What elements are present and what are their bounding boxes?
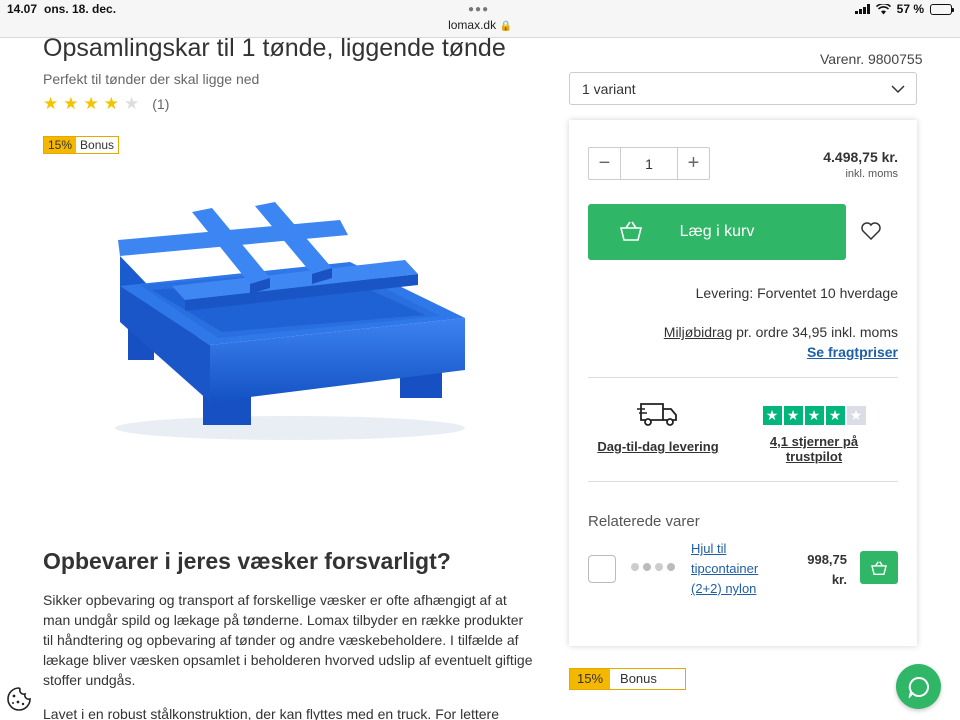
product-rating[interactable]: ★ ★ ★ ★ ★ (1)	[43, 94, 169, 114]
trustpilot-link[interactable]: 4,1 stjerner på trustpilot	[741, 434, 887, 464]
delivery-estimate: Levering: Forventet 10 hverdage	[695, 285, 898, 301]
trustpilot-rating: ★ ★ ★ ★ ★ 4,1 stjerner på trustpilot	[741, 406, 887, 464]
chevron-down-icon	[891, 85, 905, 94]
quantity-stepper: − 1 +	[588, 147, 710, 180]
article-paragraph-2: Lavet i en robust stålkonstruktion, der …	[43, 706, 499, 720]
divider	[588, 481, 898, 482]
environment-fee-text: pr. ordre 34,95 inkl. moms	[732, 324, 898, 340]
status-bar: 14.07 ons. 18. dec. ●●● lomax.dk 🔒 57 %	[0, 0, 960, 38]
product-subtitle: Perfekt til tønder der skal ligge ned	[43, 71, 260, 87]
address-bar[interactable]: lomax.dk 🔒	[0, 18, 960, 32]
status-time: 14.07	[7, 2, 38, 16]
signal-icon	[854, 4, 870, 14]
cookie-icon[interactable]	[6, 686, 32, 712]
related-products-title: Relaterede varer	[588, 513, 700, 530]
star-empty-icon: ★	[124, 94, 140, 113]
star-filled-icon: ★	[83, 94, 99, 113]
price-vat-note: inkl. moms	[845, 168, 898, 180]
star-filled-icon: ★	[43, 94, 59, 113]
product-price: 4.498,75 kr.	[823, 149, 898, 165]
buy-box: − 1 + 4.498,75 kr. inkl. moms Læg i kurv…	[569, 120, 917, 646]
trustpilot-star-icon: ★	[825, 406, 845, 425]
trustpilot-stars: ★ ★ ★ ★ ★	[741, 406, 887, 425]
related-item-price: 998,75 kr.	[807, 552, 847, 587]
trustpilot-star-empty-icon: ★	[846, 406, 866, 425]
rating-count[interactable]: (1)	[152, 96, 169, 112]
trustpilot-star-icon: ★	[804, 406, 824, 425]
bonus-badge-bottom: 15% Bonus	[569, 668, 686, 690]
chat-bubble-icon	[908, 676, 929, 698]
bonus-label: Bonus	[80, 138, 115, 152]
divider	[588, 377, 898, 378]
trustpilot-star-icon: ★	[762, 406, 782, 425]
variant-select[interactable]: 1 variant	[569, 72, 917, 105]
status-indicators: 57 %	[854, 2, 954, 16]
lock-icon: 🔒	[499, 21, 512, 32]
bonus-badge: 15% Bonus	[43, 136, 120, 154]
quantity-input[interactable]: 1	[620, 148, 678, 179]
variant-selected: 1 variant	[582, 80, 636, 97]
trustpilot-star-icon: ★	[783, 406, 803, 425]
bonus-percent: 15%	[570, 669, 611, 689]
battery-percent: 57 %	[896, 2, 924, 16]
quantity-increase-button[interactable]: +	[678, 148, 709, 179]
article-heading: Opbevarer i jeres væsker forsvarligt?	[43, 548, 451, 574]
bonus-label: Bonus	[620, 671, 657, 686]
product-sku: Varenr. 9800755	[820, 51, 923, 67]
chat-button[interactable]	[896, 664, 941, 709]
environment-fee-link[interactable]: Miljøbidrag	[664, 324, 732, 340]
add-to-cart-label: Læg i kurv	[679, 223, 755, 240]
star-filled-icon: ★	[63, 94, 79, 113]
product-title: Opsamlingskar til 1 tønde, liggende tønd…	[43, 34, 506, 62]
wifi-icon	[875, 3, 891, 14]
article-paragraph: Sikker opbevaring og transport af forske…	[43, 592, 533, 688]
quantity-decrease-button[interactable]: −	[589, 148, 620, 179]
basket-icon	[871, 560, 887, 575]
related-item-image[interactable]	[629, 560, 679, 574]
multitask-dots-icon[interactable]: ●●●	[468, 4, 489, 15]
battery-icon	[930, 3, 954, 15]
status-date: ons. 18. dec.	[44, 2, 117, 16]
heart-icon[interactable]	[861, 222, 881, 240]
environment-fee: Miljøbidrag pr. ordre 34,95 inkl. moms	[664, 324, 898, 340]
related-add-to-cart-button[interactable]	[860, 551, 898, 584]
basket-icon	[620, 221, 642, 241]
address-url: lomax.dk	[448, 18, 497, 32]
truck-icon	[637, 403, 677, 426]
bonus-percent: 15%	[44, 137, 77, 153]
related-item-checkbox[interactable]	[588, 555, 616, 583]
add-to-cart-button[interactable]: Læg i kurv	[588, 204, 846, 260]
related-item-link[interactable]: Hjul til tipcontainer (2+2) nylon	[691, 539, 781, 599]
product-image[interactable]	[100, 190, 480, 450]
freight-prices-link[interactable]: Se fragtpriser	[807, 344, 898, 360]
star-filled-icon: ★	[103, 94, 119, 113]
day-delivery-link[interactable]: Dag-til-dag levering	[588, 439, 728, 454]
day-delivery-info: Dag-til-dag levering	[588, 400, 728, 454]
